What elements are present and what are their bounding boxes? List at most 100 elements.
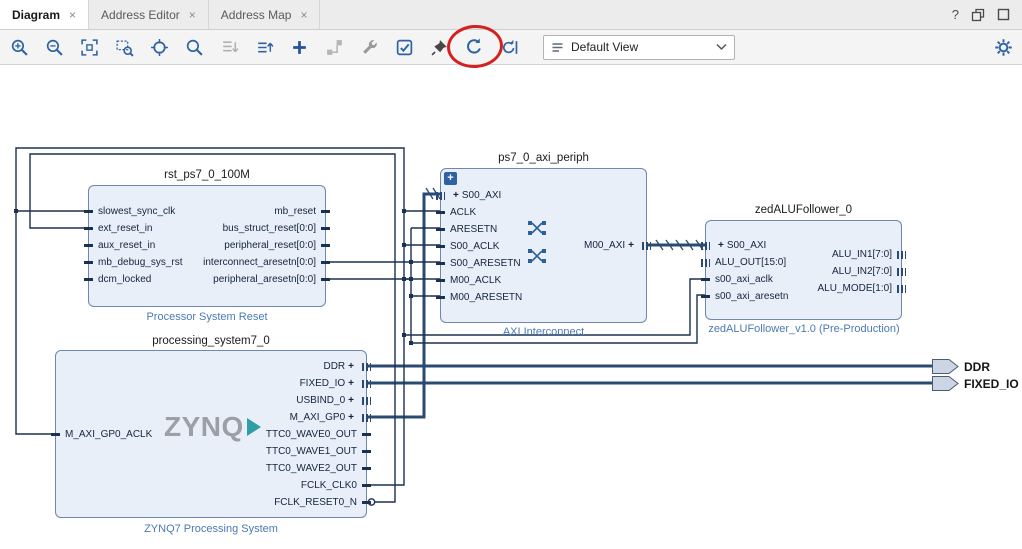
block-caption-zedalufollower: zedALUFollower_v1.0 (Pre-Production) — [694, 323, 914, 335]
float-window-icon[interactable] — [971, 8, 985, 22]
collapse-hierarchy-icon — [220, 38, 239, 57]
fit-view-button[interactable] — [148, 36, 170, 58]
make-connection-icon — [325, 38, 344, 57]
port-label: interconnect_aresetn[0:0] — [203, 257, 316, 268]
tab-label: Diagram — [12, 8, 60, 22]
expand-hierarchy-button[interactable] — [253, 36, 275, 58]
zoom-out-icon — [45, 38, 64, 57]
external-port-fixed-io[interactable]: FIXED_IO — [932, 376, 1019, 391]
zynq-logo: ZYNQ — [164, 411, 261, 443]
zynq-logo-text: ZYNQ — [164, 411, 244, 443]
zoom-to-selection-button[interactable] — [113, 36, 135, 58]
port-label: TTC0_WAVE0_OUT — [266, 429, 357, 440]
block-title-rst: rst_ps7_0_100M — [88, 169, 326, 181]
port-s00-axi[interactable]: +S00_AXI — [441, 187, 646, 204]
block-title-processing-system: processing_system7_0 — [55, 335, 367, 347]
pin-icon — [430, 38, 449, 57]
tab-address-editor[interactable]: Address Editor × — [89, 0, 209, 29]
optimize-routing-button[interactable] — [498, 36, 520, 58]
port-ttc0-wave2-out[interactable]: TTC0_WAVE2_OUT — [56, 460, 366, 477]
expand-port-icon[interactable]: + — [453, 187, 459, 204]
port-label: DDR — [323, 361, 345, 372]
block-rst-ps7-0-100m[interactable]: slowest_sync_clk ext_reset_in aux_reset_… — [88, 185, 326, 307]
block-caption-axi-interconnect: AXI Interconnect — [440, 326, 647, 338]
port-label: bus_struct_reset[0:0] — [223, 223, 316, 234]
external-port-shape — [932, 359, 959, 374]
zoom-in-button[interactable] — [8, 36, 30, 58]
add-ip-button[interactable] — [288, 36, 310, 58]
view-selector[interactable]: Default View — [543, 35, 735, 60]
pin-button[interactable] — [428, 36, 450, 58]
gear-icon — [994, 38, 1013, 57]
port-label: TTC0_WAVE1_OUT — [266, 446, 357, 457]
settings-button[interactable] — [992, 36, 1014, 58]
port-bus-struct-reset[interactable]: bus_struct_reset[0:0] — [89, 220, 325, 237]
editor-tab-bar: Diagram × Address Editor × Address Map ×… — [0, 0, 1022, 30]
external-port-label: FIXED_IO — [964, 377, 1019, 391]
expand-port-icon[interactable]: + — [628, 237, 634, 254]
expand-port-icon[interactable]: + — [348, 409, 354, 426]
port-label: S00_ARESETN — [450, 258, 521, 269]
collapse-hierarchy-button[interactable] — [218, 36, 240, 58]
close-icon[interactable]: × — [300, 8, 307, 22]
external-port-ddr[interactable]: DDR — [932, 359, 990, 374]
port-label: ALU_MODE[1:0] — [818, 283, 892, 294]
expand-block-icon[interactable]: + — [444, 172, 457, 185]
expand-port-icon[interactable]: + — [348, 358, 354, 375]
tab-bar-spacer — [320, 0, 951, 29]
port-interconnect-aresetn[interactable]: interconnect_aresetn[0:0] — [89, 254, 325, 271]
block-title-zedalufollower: zedALUFollower_0 — [705, 204, 902, 216]
port-alu-in1[interactable]: ALU_IN1[7:0] — [706, 246, 901, 263]
external-port-shape — [932, 376, 959, 391]
block-title-axi-periph: ps7_0_axi_periph — [440, 152, 647, 164]
port-label: peripheral_reset[0:0] — [224, 240, 316, 251]
crossbar-switch-icon — [527, 247, 547, 267]
search-button[interactable] — [183, 36, 205, 58]
port-label: peripheral_aresetn[0:0] — [213, 274, 316, 285]
diagram-canvas[interactable]: rst_ps7_0_100M slowest_sync_clk ext_rese… — [0, 65, 1022, 549]
port-alu-in2[interactable]: ALU_IN2[7:0] — [706, 263, 901, 280]
optimize-routing-icon — [500, 38, 519, 57]
external-port-label: DDR — [964, 360, 990, 374]
zynq-logo-triangle-icon — [247, 418, 261, 436]
zoom-fit-button[interactable] — [78, 36, 100, 58]
port-m00-aresetn[interactable]: M00_ARESETN — [441, 289, 646, 306]
port-label: USBIND_0 — [296, 395, 345, 406]
help-icon[interactable]: ? — [952, 7, 959, 22]
port-peripheral-reset[interactable]: peripheral_reset[0:0] — [89, 237, 325, 254]
port-mb-reset[interactable]: mb_reset — [89, 203, 325, 220]
expand-port-icon[interactable]: + — [348, 392, 354, 409]
tab-address-map[interactable]: Address Map × — [209, 0, 321, 29]
view-icon — [551, 41, 564, 54]
validate-design-button[interactable] — [393, 36, 415, 58]
port-label: TTC0_WAVE2_OUT — [266, 463, 357, 474]
expand-port-icon[interactable]: + — [348, 375, 354, 392]
port-label: FCLK_CLK0 — [301, 480, 357, 491]
port-peripheral-aresetn[interactable]: peripheral_aresetn[0:0] — [89, 271, 325, 288]
close-icon[interactable]: × — [189, 8, 196, 22]
port-ddr[interactable]: DDR+ — [56, 358, 366, 375]
validate-design-icon — [395, 38, 414, 57]
tab-label: Address Editor — [101, 8, 180, 22]
block-processing-system7-0[interactable]: M_AXI_GP0_ACLK DDR+ FIXED_IO+ USBIND_0+ … — [55, 350, 367, 518]
tab-diagram[interactable]: Diagram × — [0, 0, 89, 29]
close-icon[interactable]: × — [69, 8, 76, 22]
port-m00-aclk[interactable]: M00_ACLK — [441, 272, 646, 289]
port-fclk-reset0-n[interactable]: FCLK_RESET0_N — [56, 494, 366, 511]
block-ps7-0-axi-periph[interactable]: + +S00_AXI ACLK ARESETN S00_ACLK S00_ARE… — [440, 168, 647, 323]
customize-block-button[interactable] — [358, 36, 380, 58]
port-fixed-io[interactable]: FIXED_IO+ — [56, 375, 366, 392]
port-usbind-0[interactable]: USBIND_0+ — [56, 392, 366, 409]
regenerate-layout-button[interactable] — [463, 36, 485, 58]
zoom-out-button[interactable] — [43, 36, 65, 58]
port-alu-mode[interactable]: ALU_MODE[1:0] — [706, 280, 901, 297]
port-ttc0-wave1-out[interactable]: TTC0_WAVE1_OUT — [56, 443, 366, 460]
chevron-down-icon — [716, 43, 727, 51]
port-label: ACLK — [450, 207, 476, 218]
block-caption-rst: Processor System Reset — [88, 311, 326, 323]
block-caption-zynq: ZYNQ7 Processing System — [55, 523, 367, 535]
block-zedalufollower-0[interactable]: +S00_AXI ALU_OUT[15:0] s00_axi_aclk s00_… — [705, 220, 902, 320]
make-connection-button[interactable] — [323, 36, 345, 58]
maximize-icon[interactable] — [997, 8, 1010, 21]
port-fclk-clk0[interactable]: FCLK_CLK0 — [56, 477, 366, 494]
